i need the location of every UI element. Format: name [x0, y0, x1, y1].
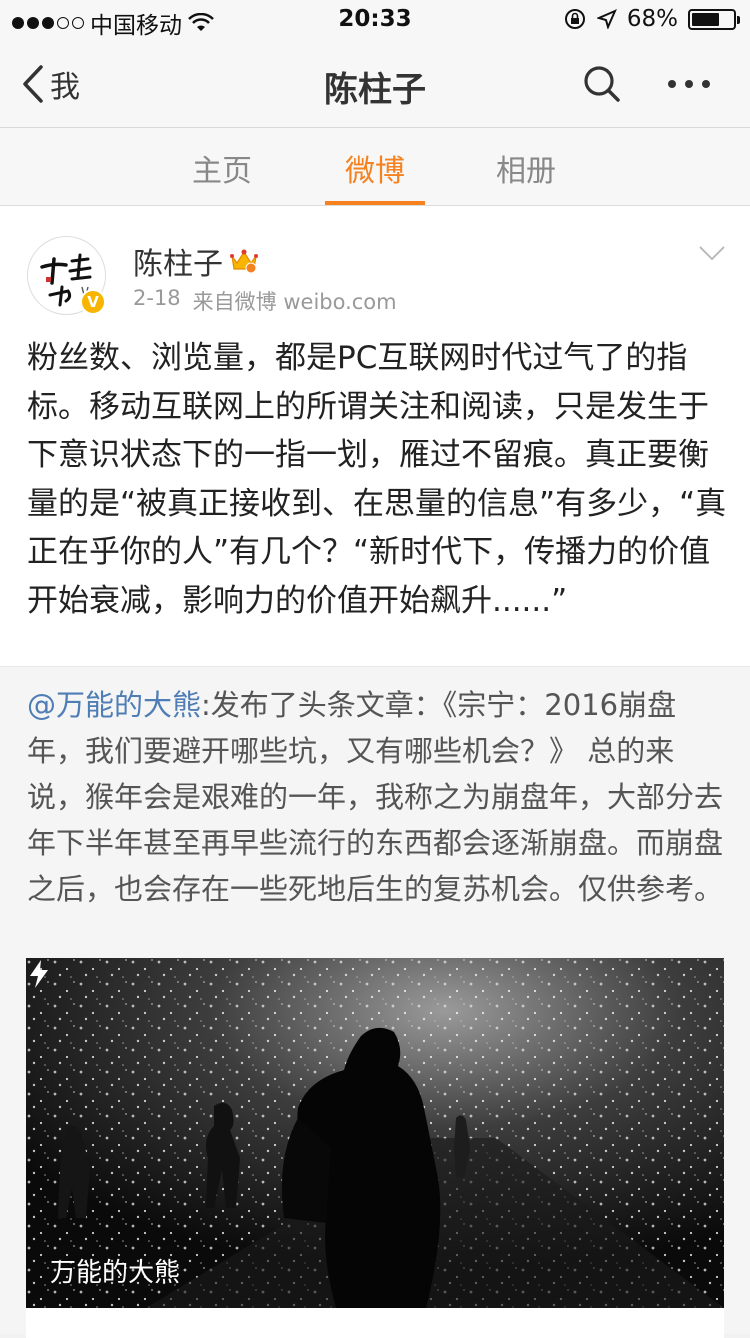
post-author[interactable]: 陈柱子: [133, 239, 259, 283]
status-right: 68%: [563, 6, 740, 32]
bolt-icon: [30, 960, 48, 988]
media-caption: 万能的大熊: [50, 1258, 181, 1288]
page-title: 陈柱子: [324, 70, 426, 110]
repost-text: @万能的大熊:发布了头条文章：《宗宁：2016崩盘年，我们要避开哪些坑，又有哪些…: [27, 682, 723, 912]
post-text: 粉丝数、浏览量，都是PC互联网时代过气了的指标。移动互联网上的所谓关注和阅读，只…: [27, 340, 727, 619]
crown-badge-icon[interactable]: [229, 247, 259, 275]
tab-active-indicator: [325, 201, 425, 205]
post-source: 来自微博 weibo.com: [192, 290, 397, 314]
verified-badge-icon: V: [80, 289, 106, 315]
post-date: 2-18: [133, 286, 181, 310]
tab-home[interactable]: 主页: [172, 146, 272, 190]
battery-fill: [692, 12, 720, 26]
tab-weibo[interactable]: 微博: [325, 146, 425, 190]
tab-album[interactable]: 相册: [476, 146, 576, 190]
search-icon[interactable]: [582, 64, 622, 104]
nav-bar: 我 陈柱子: [0, 40, 750, 128]
location-icon: [596, 9, 617, 29]
battery-icon: [688, 8, 740, 30]
lock-rotation-icon: [564, 9, 585, 29]
post-meta: 2-18 来自微博 weibo.com: [133, 286, 397, 316]
repost-image[interactable]: 万能的大熊: [26, 958, 724, 1308]
chevron-down-icon[interactable]: [698, 244, 726, 262]
repost-mention[interactable]: @万能的大熊: [27, 688, 201, 722]
author-name: 陈柱子: [133, 247, 223, 282]
tab-bar: 主页 微博 相册: [0, 128, 750, 206]
post-card: V 陈柱子 2-18 来自微博 weibo.com 粉丝数、浏览量，都是PC互联…: [0, 206, 750, 1338]
status-bar: 中国移动 20:33 68%: [0, 0, 750, 40]
more-icon[interactable]: [668, 80, 710, 88]
battery-percent: 68%: [626, 6, 678, 32]
repost-block[interactable]: @万能的大熊:发布了头条文章：《宗宁：2016崩盘年，我们要避开哪些坑，又有哪些…: [0, 666, 750, 1338]
